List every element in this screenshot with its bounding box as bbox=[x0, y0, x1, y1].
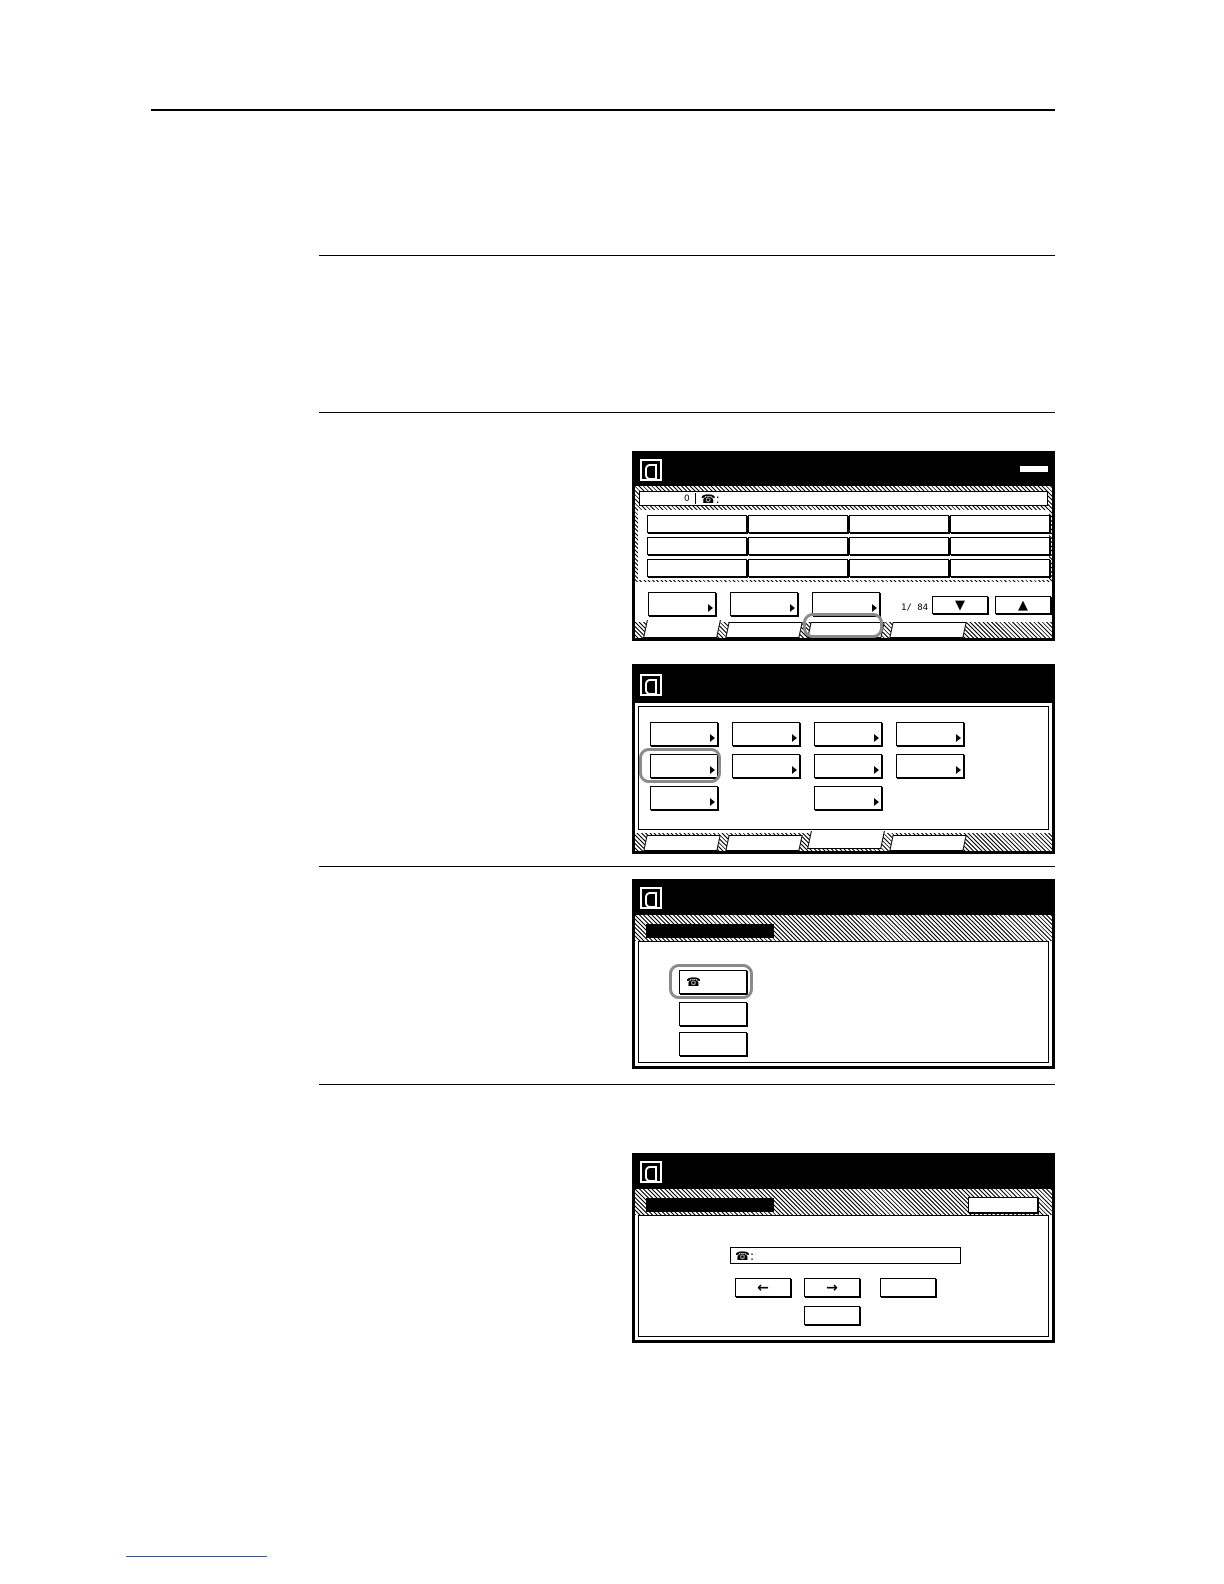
function-button-1[interactable] bbox=[648, 592, 716, 616]
address-button-r1c1[interactable] bbox=[647, 515, 747, 533]
phone-destination-button[interactable]: ☎ bbox=[679, 970, 747, 994]
phone-icon: ☎: bbox=[700, 491, 720, 506]
menu-button-r1c1[interactable] bbox=[650, 722, 718, 746]
address-button-r1c3[interactable] bbox=[849, 515, 949, 533]
title-bar bbox=[635, 882, 1052, 915]
bar-separator bbox=[694, 493, 696, 504]
tab-1[interactable] bbox=[643, 620, 721, 638]
address-button-r3c2[interactable] bbox=[748, 559, 848, 577]
menu-button-r1c3[interactable] bbox=[814, 722, 882, 746]
menu-button-r2c2[interactable] bbox=[732, 754, 800, 778]
tab-4[interactable] bbox=[889, 622, 967, 638]
address-button-r2c4[interactable] bbox=[950, 537, 1050, 555]
destination-button-3[interactable] bbox=[679, 1032, 747, 1056]
header-label-bar bbox=[646, 924, 774, 938]
scroll-up-button[interactable]: ▲ bbox=[995, 596, 1051, 614]
address-button-r2c1[interactable] bbox=[647, 537, 747, 555]
section-rule-3 bbox=[319, 866, 1055, 867]
top-rule bbox=[151, 109, 1055, 111]
fax-icon bbox=[640, 1161, 662, 1183]
address-button-r3c4[interactable] bbox=[950, 559, 1050, 577]
menu-button-r2c1[interactable] bbox=[650, 754, 718, 778]
phone-icon: ☎: bbox=[735, 1248, 754, 1263]
title-bar bbox=[635, 667, 1052, 703]
tab-1[interactable] bbox=[643, 835, 721, 851]
tab-4[interactable] bbox=[889, 835, 967, 851]
phone-number-field[interactable]: ☎: bbox=[730, 1247, 961, 1264]
phone-icon: ☎ bbox=[686, 975, 701, 989]
fax-main-screen: 0 ☎: 1/ 84 ▼ ▲ bbox=[632, 451, 1055, 641]
menu-button-r1c2[interactable] bbox=[732, 722, 800, 746]
tab-3[interactable] bbox=[807, 622, 885, 638]
number-entry-screen: ☎: ← → bbox=[632, 1153, 1055, 1343]
footer-link-underline bbox=[126, 1556, 267, 1557]
menu-button-r1c4[interactable] bbox=[896, 722, 964, 746]
function-button-2[interactable] bbox=[730, 592, 798, 616]
menu-button-r2c4[interactable] bbox=[896, 754, 964, 778]
section-rule-4 bbox=[319, 1084, 1055, 1085]
cursor-right-button[interactable]: → bbox=[804, 1278, 860, 1297]
recipient-bar: 0 ☎: bbox=[639, 491, 1048, 506]
section-rule-2 bbox=[319, 412, 1055, 413]
address-button-r2c2[interactable] bbox=[748, 537, 848, 555]
header-action-button[interactable] bbox=[968, 1197, 1038, 1213]
header-label-bar bbox=[646, 1198, 774, 1212]
address-button-r3c1[interactable] bbox=[647, 559, 747, 577]
destination-type-screen: ☎ bbox=[632, 879, 1055, 1069]
section-rule-1 bbox=[319, 255, 1055, 256]
destination-button-2[interactable] bbox=[679, 1002, 747, 1026]
title-bar bbox=[635, 454, 1052, 486]
function-menu-screen bbox=[632, 664, 1055, 854]
fax-icon bbox=[640, 887, 662, 909]
entry-action-button-1[interactable] bbox=[880, 1278, 936, 1297]
menu-button-r2c3[interactable] bbox=[814, 754, 882, 778]
function-button-3[interactable] bbox=[812, 592, 880, 616]
address-button-r3c3[interactable] bbox=[849, 559, 949, 577]
page-indicator: 1/ 84 bbox=[901, 603, 929, 613]
menu-button-r3c1[interactable] bbox=[650, 786, 718, 810]
status-indicator bbox=[1020, 466, 1048, 472]
fax-icon bbox=[640, 674, 662, 696]
address-button-r2c3[interactable] bbox=[849, 537, 949, 555]
recipient-count: 0 bbox=[684, 493, 690, 504]
cursor-left-button[interactable]: ← bbox=[735, 1278, 791, 1297]
title-bar bbox=[635, 1156, 1052, 1189]
menu-button-r3c3[interactable] bbox=[814, 786, 882, 810]
entry-action-button-2[interactable] bbox=[804, 1306, 860, 1325]
address-button-r1c2[interactable] bbox=[748, 515, 848, 533]
tab-3[interactable] bbox=[807, 831, 885, 849]
tab-2[interactable] bbox=[725, 622, 803, 638]
scroll-down-button[interactable]: ▼ bbox=[932, 596, 988, 614]
address-button-r1c4[interactable] bbox=[950, 515, 1050, 533]
tab-2[interactable] bbox=[725, 835, 803, 851]
fax-icon bbox=[640, 459, 662, 481]
